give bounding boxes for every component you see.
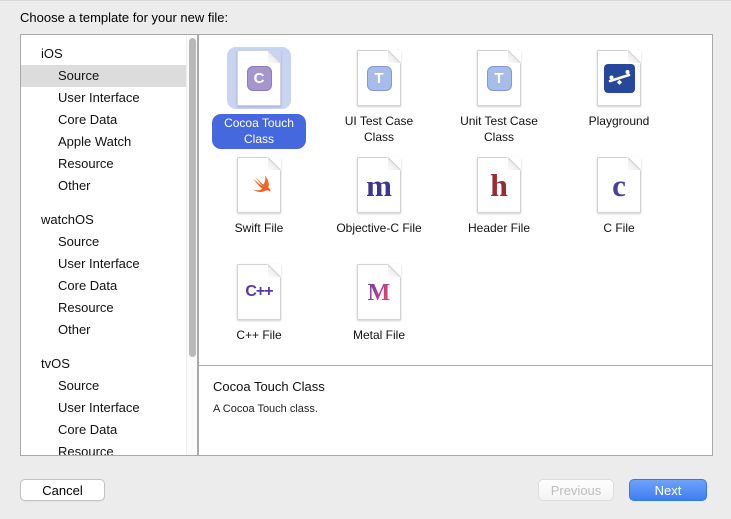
template-c-file[interactable]: c C File: [559, 154, 679, 261]
template-cpp-file[interactable]: C++ C++ File: [199, 261, 319, 368]
template-label: Swift File: [235, 221, 284, 237]
sidebar-scrollbar-thumb[interactable]: [189, 38, 196, 357]
test-badge: T: [367, 66, 392, 91]
template-playground[interactable]: Playground: [559, 47, 679, 154]
template-label: Header File: [468, 221, 530, 237]
metal-file-icon: M: [347, 261, 411, 323]
template-objective-c-file[interactable]: m Objective-C File: [319, 154, 439, 261]
template-description-title: Cocoa Touch Class: [213, 379, 698, 394]
cocoa-class-file-icon: C: [227, 47, 291, 109]
new-file-dialog: Choose a template for your new file: iOS…: [0, 0, 731, 519]
sidebar-item-ios-core-data[interactable]: Core Data: [21, 109, 197, 131]
template-label: Cocoa Touch Class: [212, 114, 306, 149]
template-header-file[interactable]: h Header File: [439, 154, 559, 261]
template-label: C File: [603, 221, 634, 237]
sidebar-item-ios-other[interactable]: Other: [21, 175, 197, 197]
c-glyph: c: [612, 170, 626, 201]
template-swift-file[interactable]: Swift File: [199, 154, 319, 261]
template-ui-test-case-class[interactable]: T UI Test Case Class: [319, 47, 439, 154]
svg-text:M: M: [368, 280, 391, 306]
previous-button[interactable]: Previous: [538, 479, 614, 501]
template-label: UI Test Case Class: [332, 114, 426, 145]
header-file-icon: h: [467, 154, 531, 216]
next-button[interactable]: Next: [629, 479, 707, 501]
sidebar-item-tvos-user-interface[interactable]: User Interface: [21, 397, 197, 419]
template-description-panel: Cocoa Touch Class A Cocoa Touch class.: [199, 365, 712, 455]
playground-seesaw-icon: [587, 47, 651, 109]
sidebar-item-ios-resource[interactable]: Resource: [21, 153, 197, 175]
c-file-icon: c: [587, 154, 651, 216]
sidebar-rows: iOS Source User Interface Core Data Appl…: [21, 35, 197, 456]
sidebar-item-ios-source[interactable]: Source: [21, 65, 197, 87]
template-label: C++ File: [236, 328, 281, 344]
test-case-file-icon: T: [347, 47, 411, 109]
sidebar-item-watchos-resource[interactable]: Resource: [21, 297, 197, 319]
swift-bird-glyph: [244, 170, 274, 200]
sidebar-item-watchos-core-data[interactable]: Core Data: [21, 275, 197, 297]
sidebar-scrollbar-track[interactable]: [186, 35, 197, 455]
template-description-text: A Cocoa Touch class.: [213, 403, 698, 415]
cpp-file-icon: C++: [227, 261, 291, 323]
sidebar-item-tvos-core-data[interactable]: Core Data: [21, 419, 197, 441]
sidebar-group-tvos[interactable]: tvOS: [21, 353, 197, 375]
swift-bird-icon: [227, 154, 291, 216]
template-label: Playground: [589, 114, 650, 130]
objc-file-icon: m: [347, 154, 411, 216]
test-badge: T: [487, 66, 512, 91]
sidebar-group-watchos[interactable]: watchOS: [21, 209, 197, 231]
template-cocoa-touch-class[interactable]: C Cocoa Touch Class: [199, 47, 319, 154]
sidebar-group-ios[interactable]: iOS: [21, 43, 197, 65]
sidebar-item-tvos-resource[interactable]: Resource: [21, 441, 197, 456]
sidebar-item-ios-user-interface[interactable]: User Interface: [21, 87, 197, 109]
template-grid: C Cocoa Touch Class T UI Test Case Class…: [199, 47, 712, 368]
dialog-title: Choose a template for your new file:: [20, 10, 228, 25]
sidebar-item-tvos-source[interactable]: Source: [21, 375, 197, 397]
template-label: Metal File: [353, 328, 405, 344]
test-case-file-icon: T: [467, 47, 531, 109]
template-label: Unit Test Case Class: [452, 114, 546, 145]
cpp-glyph: C++: [245, 283, 272, 301]
class-badge: C: [247, 66, 272, 91]
sidebar-item-ios-apple-watch[interactable]: Apple Watch: [21, 131, 197, 153]
metal-m-glyph: M: [364, 278, 394, 306]
template-unit-test-case-class[interactable]: T Unit Test Case Class: [439, 47, 559, 154]
header-h-glyph: h: [490, 169, 508, 201]
template-category-sidebar: iOS Source User Interface Core Data Appl…: [20, 34, 198, 456]
objc-m-glyph: m: [366, 170, 392, 201]
cancel-button[interactable]: Cancel: [20, 479, 105, 501]
template-metal-file[interactable]: M Metal File: [319, 261, 439, 368]
sidebar-item-watchos-user-interface[interactable]: User Interface: [21, 253, 197, 275]
template-pane: C Cocoa Touch Class T UI Test Case Class…: [198, 34, 713, 456]
sidebar-item-watchos-other[interactable]: Other: [21, 319, 197, 341]
sidebar-item-watchos-source[interactable]: Source: [21, 231, 197, 253]
template-label: Objective-C File: [336, 221, 421, 237]
seesaw-glyph: [607, 67, 632, 89]
